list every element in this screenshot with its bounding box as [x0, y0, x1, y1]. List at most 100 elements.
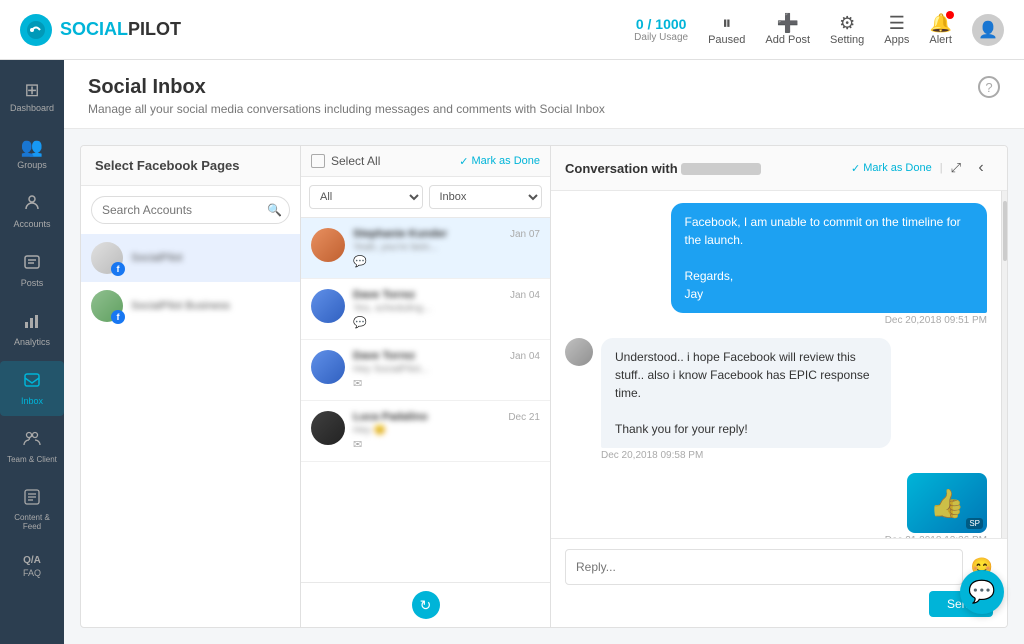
- user-avatar[interactable]: 👤: [972, 14, 1004, 46]
- main-layout: ⊞ Dashboard 👥 Groups Accounts: [0, 60, 1024, 644]
- apps-icon: ☰: [889, 13, 905, 34]
- mark-as-done-button[interactable]: ✓ Mark as Done: [459, 155, 540, 168]
- alert-button[interactable]: 🔔 Alert: [929, 13, 952, 46]
- add-post-icon: ➕: [777, 13, 799, 34]
- sidebar-item-dashboard[interactable]: ⊞ Dashboard: [0, 70, 64, 123]
- msg-preview-4: Hey 😊: [353, 425, 493, 436]
- nav-prev-button[interactable]: ‹: [969, 156, 993, 180]
- paused-button[interactable]: ⏸ Paused: [708, 13, 745, 46]
- filter-all-select[interactable]: All: [309, 185, 423, 209]
- groups-icon: 👥: [21, 137, 43, 158]
- msg-date-2: Jan 04: [510, 290, 540, 301]
- setting-label: Setting: [830, 34, 864, 46]
- sidebar-label-inbox: Inbox: [21, 396, 43, 406]
- search-accounts-container: 🔍: [91, 196, 290, 224]
- page-subtitle: Manage all your social media conversatio…: [88, 102, 605, 116]
- msg-preview-3: Hey SocialPilot...: [353, 364, 493, 375]
- message-list: Stephanie Kunder Jan 07 Yeah, you're bei…: [301, 218, 550, 582]
- page-title: Social Inbox: [88, 76, 605, 99]
- message-item-4[interactable]: Luca Padalino Dec 21 Hey 😊 ✉: [301, 401, 550, 462]
- sidebar-item-faq[interactable]: Q/A FAQ: [0, 545, 64, 588]
- sidebar-label-faq: FAQ: [23, 568, 41, 578]
- msg-content-3: Dave Torrez Jan 04 Hey SocialPilot... ✉: [353, 350, 540, 390]
- conv-header-text: Conversation with: [565, 161, 678, 176]
- gear-icon: ⚙: [839, 13, 855, 34]
- sidebar-item-team-client[interactable]: Team & Client: [0, 420, 64, 474]
- chat-fab-button[interactable]: 💬: [960, 570, 1004, 614]
- alert-badge: [946, 11, 954, 19]
- incoming-bubble-1: Understood.. i hope Facebook will review…: [601, 338, 891, 448]
- logo-text: SOCIALPILOT: [60, 19, 181, 40]
- sidebar-item-posts[interactable]: Posts: [0, 243, 64, 298]
- filters-row: All Inbox: [301, 177, 550, 218]
- sidebar-item-content-feed[interactable]: Content & Feed: [0, 478, 64, 541]
- logo: SOCIALPILOT: [20, 14, 181, 46]
- page-item-1[interactable]: f SocialPilot: [81, 234, 300, 282]
- add-post-button[interactable]: ➕ Add Post: [765, 13, 810, 46]
- separator: |: [940, 162, 943, 174]
- sidebar-label-groups: Groups: [17, 160, 47, 170]
- thumbs-up-icon: 👍: [930, 487, 965, 520]
- content-feed-icon: [23, 488, 41, 511]
- search-accounts-input[interactable]: [91, 196, 290, 224]
- sidebar-item-analytics[interactable]: Analytics: [0, 302, 64, 357]
- external-link-icon[interactable]: ⤢: [951, 160, 961, 176]
- analytics-icon: [23, 312, 41, 335]
- sidebar-item-inbox[interactable]: Inbox: [0, 361, 64, 416]
- incoming-message-1: Understood.. i hope Facebook will review…: [565, 338, 987, 461]
- conversation-scrollbar[interactable]: [1001, 191, 1007, 538]
- pages-panel-header: Select Facebook Pages: [81, 146, 300, 186]
- msg-icon-1: 💬: [353, 255, 540, 268]
- sidebar-label-accounts: Accounts: [13, 219, 50, 229]
- reply-area: 😊 Send: [551, 538, 1007, 627]
- paused-label: Paused: [708, 34, 745, 46]
- reply-input-row: 😊: [565, 549, 993, 585]
- dashboard-icon: ⊞: [24, 80, 39, 101]
- conversation-user: [681, 163, 761, 175]
- messages-toolbar: Select All ✓ Mark as Done: [301, 146, 550, 177]
- msg-date-3: Jan 04: [510, 351, 540, 362]
- faq-icon: Q/A: [23, 555, 41, 566]
- add-post-label: Add Post: [765, 34, 810, 46]
- sidebar-label-team-client: Team & Client: [7, 455, 57, 464]
- messages-panel: Select All ✓ Mark as Done All Inbox: [301, 146, 551, 627]
- posts-icon: [23, 253, 41, 276]
- apps-label: Apps: [884, 34, 909, 46]
- scrollbar-thumb: [1003, 201, 1007, 261]
- refresh-button[interactable]: ↻: [412, 591, 440, 619]
- sidebar: ⊞ Dashboard 👥 Groups Accounts: [0, 60, 64, 644]
- msg-icon-3: ✉: [353, 377, 540, 390]
- incoming-avatar-1: [565, 338, 593, 366]
- message-item-2[interactable]: Dave Torrez Jan 04 Yes, scheduling... 💬: [301, 279, 550, 340]
- sidebar-label-analytics: Analytics: [14, 337, 50, 347]
- fb-badge-2: f: [111, 310, 125, 324]
- reply-input[interactable]: [565, 549, 963, 585]
- setting-button[interactable]: ⚙ Setting: [830, 13, 864, 46]
- sidebar-item-accounts[interactable]: Accounts: [0, 184, 64, 239]
- conv-mark-done-button[interactable]: ✓ Mark as Done: [851, 162, 932, 175]
- page-item-2[interactable]: f SocialPilot Business: [81, 282, 300, 330]
- checkmark-icon: ✓: [459, 155, 468, 168]
- send-btn-row: Send: [565, 591, 993, 617]
- conversation-messages: Facebook, I am unable to commit on the t…: [551, 191, 1001, 538]
- help-button[interactable]: ?: [978, 76, 1000, 98]
- sidebar-item-groups[interactable]: 👥 Groups: [0, 127, 64, 180]
- apps-button[interactable]: ☰ Apps: [884, 13, 909, 46]
- incoming-content-1: Understood.. i hope Facebook will review…: [601, 338, 987, 461]
- daily-usage-label: Daily Usage: [634, 32, 688, 43]
- top-navigation: SOCIALPILOT 0 / 1000 Daily Usage ⏸ Pause…: [0, 0, 1024, 60]
- page-list: f SocialPilot f SocialPilot Business: [81, 234, 300, 627]
- conversation-header: Conversation with ✓ Mark as Done | ⤢ ‹: [551, 146, 1007, 191]
- msg-date-1: Jan 07: [510, 229, 540, 240]
- incoming-time-1: Dec 20,2018 09:58 PM: [601, 450, 987, 461]
- conversation-title: Conversation with: [565, 161, 843, 176]
- msg-avatar-4: [311, 411, 345, 445]
- message-item-3[interactable]: Dave Torrez Jan 04 Hey SocialPilot... ✉: [301, 340, 550, 401]
- filter-inbox-select[interactable]: Inbox: [429, 185, 543, 209]
- outgoing-bubble-1: Facebook, I am unable to commit on the t…: [671, 203, 988, 313]
- msg-preview-1: Yeah, you're bein...: [353, 242, 493, 253]
- message-item-1[interactable]: Stephanie Kunder Jan 07 Yeah, you're bei…: [301, 218, 550, 279]
- msg-avatar-2: [311, 289, 345, 323]
- select-all-checkbox[interactable]: [311, 154, 325, 168]
- msg-avatar-1: [311, 228, 345, 262]
